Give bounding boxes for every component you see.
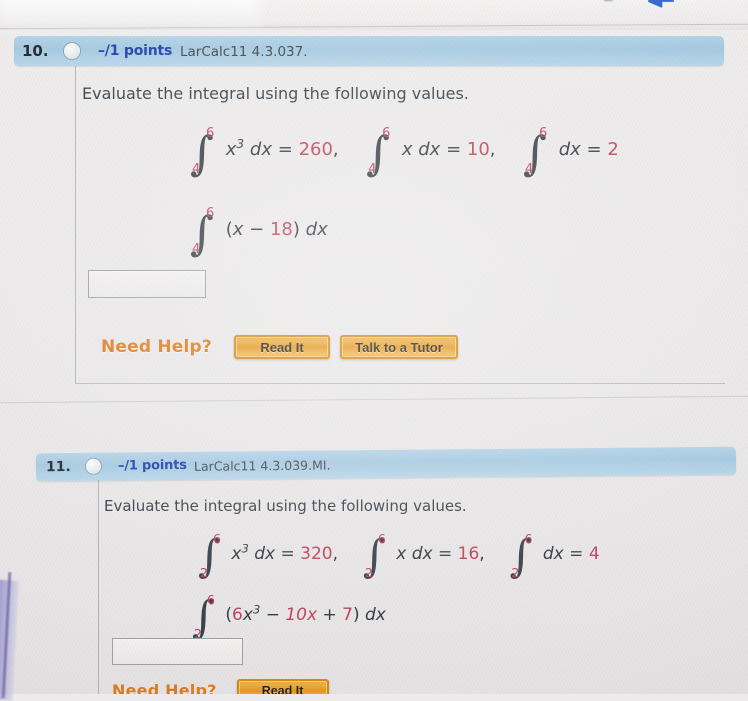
target-10-differential: dx — [305, 219, 328, 240]
equals-5: = — [437, 544, 453, 564]
read-it-button-11[interactable]: Read It — [236, 679, 329, 694]
integral-2-lower: 4 — [368, 162, 377, 177]
differential-3: dx — [558, 139, 581, 160]
section-divider — [0, 395, 748, 404]
target-11-differential: dx — [365, 605, 386, 625]
question-11-need-help: Need Help? Read It — [112, 679, 412, 694]
target-11-variable: x — [242, 605, 253, 625]
need-help-label-11: Need Help? — [112, 681, 217, 694]
target-11-operator-2: + — [322, 605, 337, 625]
integral-1-upper: 6 — [206, 126, 215, 141]
page-background: 10. –/1 points LarCalc11 4.3.037. Evalua… — [0, 0, 748, 701]
value-2: 10 — [466, 139, 490, 160]
question-10-source-code: LarCalc11 4.3.037. — [180, 44, 308, 60]
integral-3-upper: 6 — [539, 126, 548, 141]
integrand-4-exponent: 3 — [241, 541, 249, 556]
target-integral-10: ∫ 6 4 — [190, 206, 215, 260]
equals-4: = — [280, 544, 295, 564]
question-10-points: –/1 points — [98, 43, 173, 59]
integral-6-upper: 6 — [524, 531, 533, 546]
value-6: 4 — [588, 544, 600, 564]
target-11-term-2: 10x — [285, 605, 318, 625]
target-10-constant: 18 — [269, 219, 293, 240]
integral-2-upper: 6 — [382, 126, 391, 141]
target-10-upper: 6 — [206, 206, 215, 221]
question-10-header: 10. –/1 points LarCalc11 4.3.037. — [14, 36, 724, 66]
value-1: 260 — [298, 139, 333, 160]
target-11-close-paren: ) — [352, 605, 360, 625]
integral-5: ∫ 6 2 — [362, 531, 386, 582]
comma-1: , — [332, 139, 339, 160]
differential-5: dx — [411, 544, 433, 564]
question-11-points: –/1 points — [117, 457, 187, 474]
target-11-operator-1: − — [265, 605, 280, 625]
target-integral-11: ∫ 6 2 — [192, 592, 215, 643]
question-11-number: 11. — [45, 459, 71, 476]
value-3: 2 — [607, 139, 619, 160]
equals-2: = — [446, 139, 462, 160]
value-4: 320 — [300, 544, 333, 564]
question-10-givens: ∫ 6 4 x3 dx = 260, ∫ 6 4 x dx = 10, ∫ 6 … — [186, 126, 619, 180]
differential-2: dx — [418, 139, 441, 160]
integrand-1-exponent: 3 — [236, 137, 245, 151]
differential-6: dx — [542, 544, 564, 564]
cut-off-blue-icon-small — [604, 0, 613, 1]
target-10-close-paren: ) — [292, 219, 300, 240]
talk-to-a-tutor-button[interactable]: Talk to a Tutor — [340, 335, 458, 359]
comma-5: , — [479, 544, 485, 564]
integral-4-lower: 2 — [200, 565, 208, 580]
question-11-need-help-clipped: Need Help? Read It — [112, 679, 412, 694]
integrand-4-base: x — [231, 544, 242, 564]
read-it-button[interactable]: Read It — [234, 335, 330, 359]
integral-4-upper: 6 — [213, 531, 221, 546]
integral-3-lower: 4 — [525, 162, 534, 177]
question-10-answer-input[interactable] — [88, 270, 206, 298]
integrand-1-base: x — [225, 139, 237, 160]
question-10-need-help: Need Help? Read It Talk to a Tutor — [101, 335, 458, 359]
differential-1: dx — [249, 139, 272, 160]
target-10-lower: 4 — [192, 242, 201, 257]
equals-1: = — [277, 139, 293, 160]
question-10-target-integral: ∫ 6 4 (x − 18) dx — [186, 206, 328, 260]
target-11-coefficient: 6 — [232, 605, 243, 625]
question-10-number: 10. — [22, 42, 49, 60]
question-11-prompt: Evaluate the integral using the followin… — [104, 497, 467, 515]
question-11-header: 11. –/1 points LarCalc11 4.3.039.MI. — [35, 446, 737, 482]
integrand-5-base: x — [396, 544, 407, 564]
target-11-term-3: 7 — [342, 605, 353, 625]
integral-1: ∫ 6 4 — [190, 126, 215, 180]
plus-circle-icon[interactable] — [64, 43, 80, 59]
question-11-target-integral: ∫ 6 2 (6x3 − 10x + 7) dx — [188, 592, 386, 643]
differential-4: dx — [254, 544, 276, 564]
equals-6: = — [569, 544, 584, 564]
integral-5-upper: 6 — [377, 531, 386, 546]
comma-4: , — [332, 544, 339, 564]
comma-2: , — [489, 139, 496, 160]
question-11-source-code: LarCalc11 4.3.039.MI. — [193, 457, 331, 474]
integral-6-lower: 2 — [511, 565, 520, 580]
target-10-open-paren: ( — [225, 219, 233, 240]
integral-1-lower: 4 — [192, 162, 201, 177]
question-11-givens: ∫ 6 2 x3 dx = 320, ∫ 6 2 x dx = 16, ∫ 6 … — [194, 531, 600, 582]
target-10-variable: x — [232, 219, 244, 240]
target-11-exponent: 3 — [252, 602, 261, 617]
equals-3: = — [586, 139, 602, 160]
plus-circle-icon[interactable] — [85, 458, 102, 474]
integral-6: ∫ 6 2 — [509, 531, 533, 582]
need-help-label-10: Need Help? — [101, 337, 212, 357]
target-10-operator: − — [249, 219, 265, 240]
question-11-answer-input[interactable] — [112, 638, 243, 665]
question-10-prompt: Evaluate the integral using the followin… — [82, 84, 469, 103]
integral-4: ∫ 6 2 — [198, 531, 221, 582]
value-5: 16 — [457, 544, 480, 564]
target-11-upper: 6 — [207, 592, 215, 607]
integral-2: ∫ 6 4 — [366, 126, 391, 180]
integral-3: ∫ 6 4 — [523, 126, 548, 180]
integrand-2-base: x — [401, 139, 413, 160]
integral-5-lower: 2 — [364, 565, 373, 580]
